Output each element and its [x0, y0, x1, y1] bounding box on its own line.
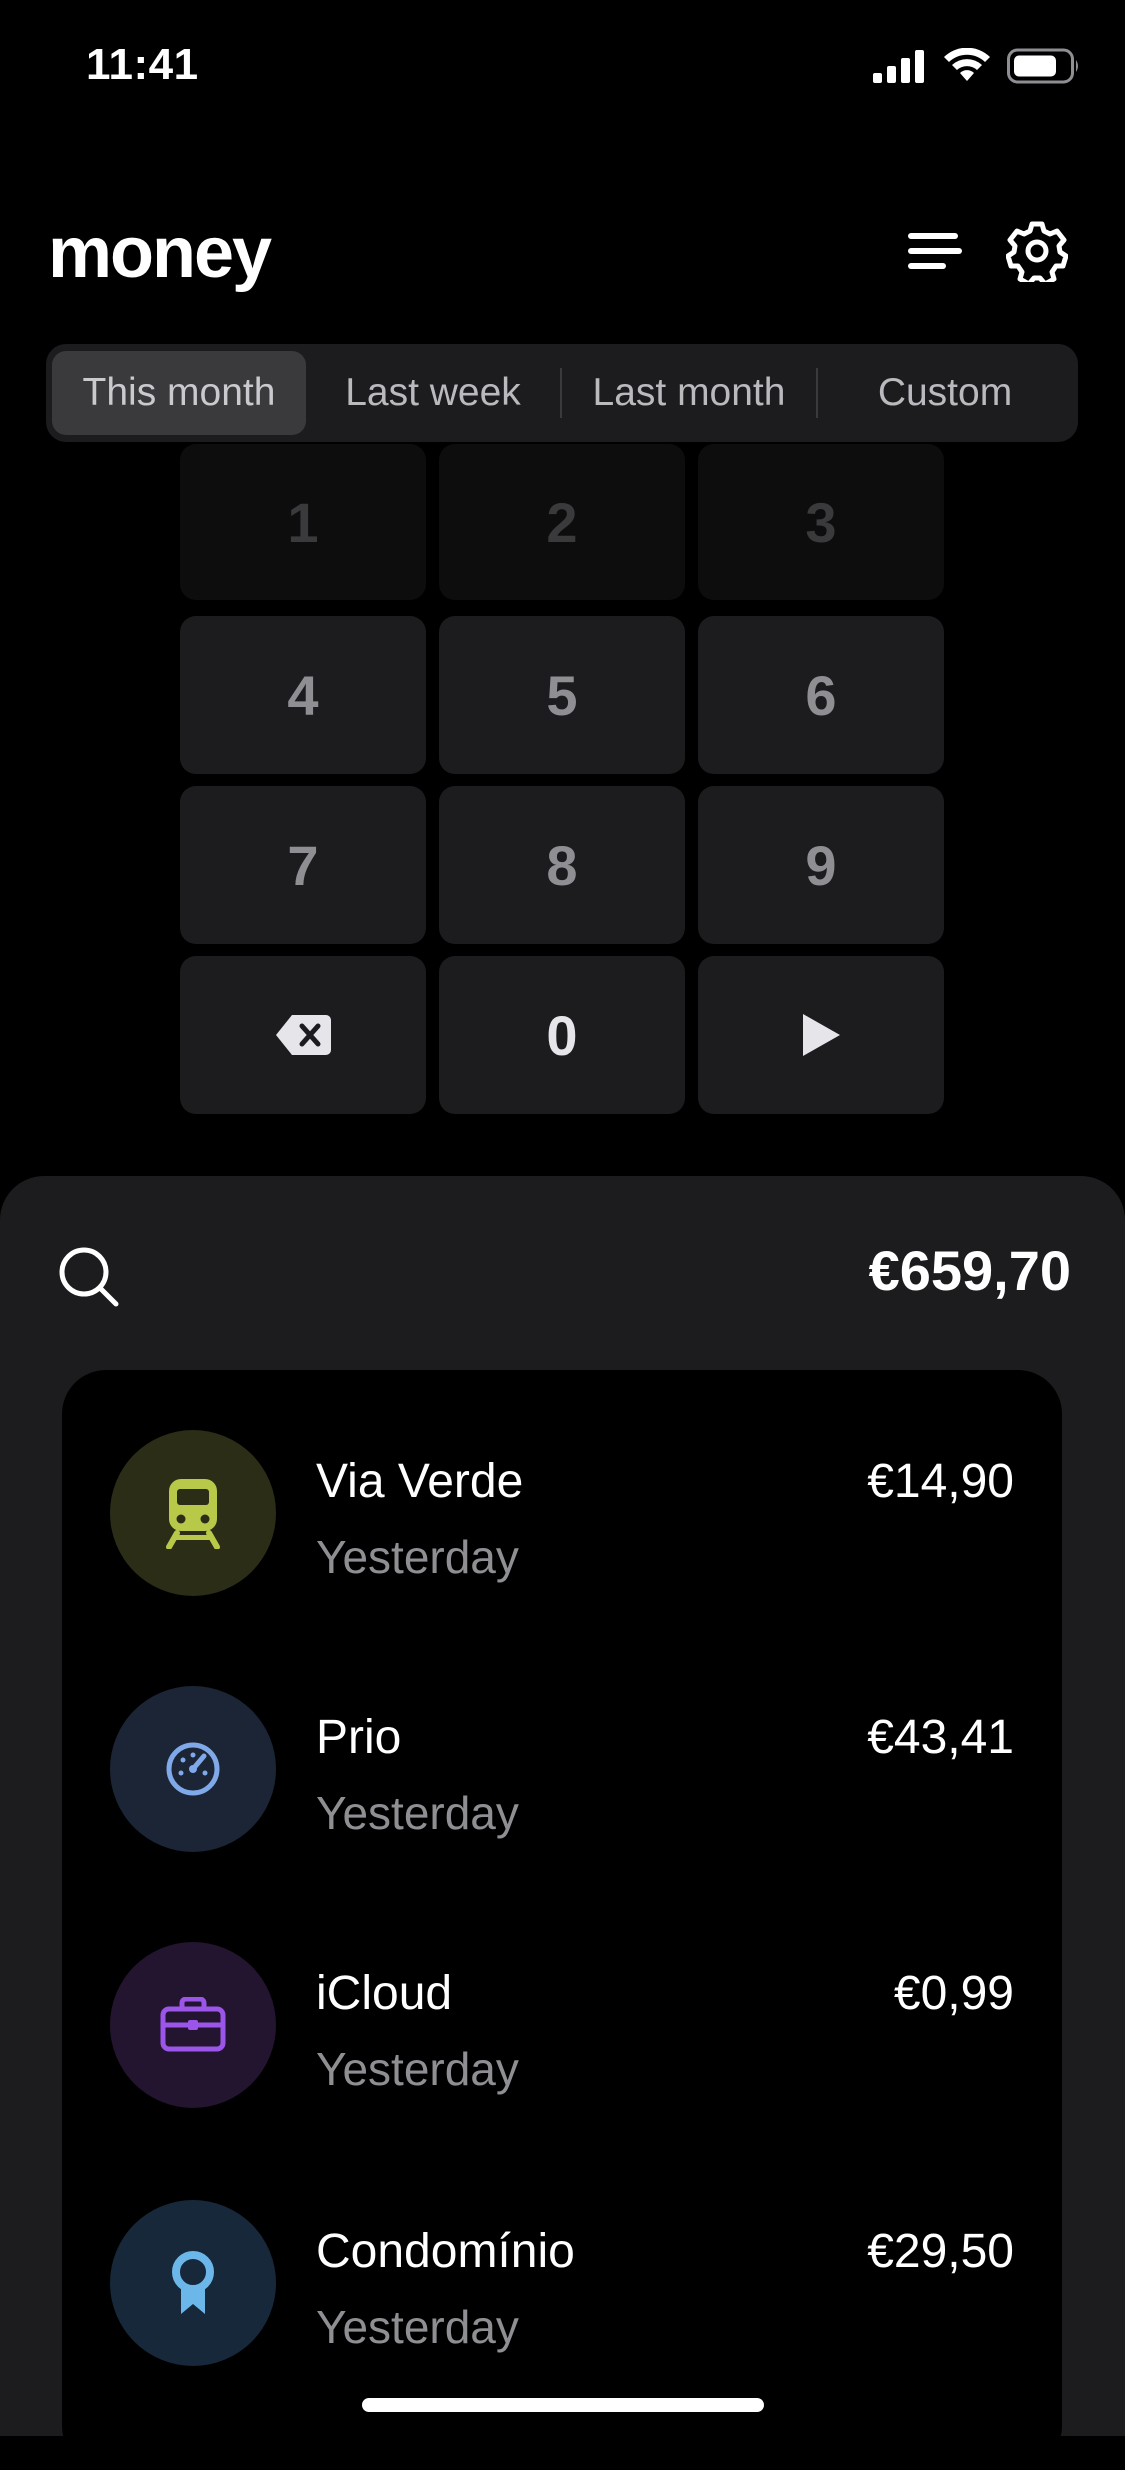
tab-this-month[interactable]: This month [52, 351, 306, 435]
transaction-amount: €14,90 [867, 1455, 1014, 1508]
transaction-row[interactable]: Condomínio Yesterday €29,50 [62, 2200, 1062, 2400]
settings-button[interactable] [1002, 216, 1072, 286]
speedometer-icon [166, 1742, 220, 1796]
tab-custom[interactable]: Custom [818, 351, 1072, 435]
ribbon-icon [172, 2251, 214, 2314]
transaction-name: Via Verde [316, 1455, 524, 1508]
transaction-date: Yesterday [316, 1787, 519, 1839]
backspace-icon [276, 1015, 331, 1055]
hamburger-menu-icon [908, 233, 962, 269]
transaction-amount: €0,99 [893, 1967, 1014, 2020]
transaction-row[interactable]: Prio Yesterday €43,41 [62, 1686, 1062, 1886]
transaction-name: Condomínio [316, 2225, 575, 2278]
search-button[interactable] [56, 1244, 122, 1310]
transaction-name: iCloud [316, 1967, 453, 2020]
key-9[interactable]: 9 [698, 786, 944, 944]
status-bar: 11:41 [0, 0, 1125, 140]
battery-icon [1007, 48, 1078, 84]
transaction-row[interactable]: Via Verde Yesterday €14,90 [62, 1430, 1062, 1630]
delete-key[interactable] [180, 956, 426, 1114]
category-icon-badge [110, 1430, 276, 1596]
tab-last-week[interactable]: Last week [306, 351, 560, 435]
app-title: money [48, 213, 272, 293]
category-icon-badge [110, 1686, 276, 1852]
status-time: 11:41 [86, 40, 199, 89]
total-amount: €659,70 [868, 1239, 1071, 1302]
transaction-date: Yesterday [316, 2043, 519, 2095]
train-icon [166, 1479, 220, 1549]
home-indicator[interactable] [362, 2398, 764, 2412]
search-icon [59, 1247, 119, 1307]
transaction-amount: €43,41 [867, 1711, 1014, 1764]
key-8[interactable]: 8 [439, 786, 685, 944]
transaction-date: Yesterday [316, 1531, 519, 1583]
submit-key[interactable] [698, 956, 944, 1114]
briefcase-icon [160, 1997, 226, 2052]
key-4[interactable]: 4 [180, 616, 426, 774]
play-icon [803, 1014, 840, 1056]
transaction-amount: €29,50 [867, 2225, 1014, 2278]
key-7[interactable]: 7 [180, 786, 426, 944]
transaction-date: Yesterday [316, 2301, 519, 2353]
transaction-list: Via Verde Yesterday €14,90 Prio Yesterda… [62, 1370, 1062, 2470]
transaction-row[interactable]: iCloud Yesterday €0,99 [62, 1942, 1062, 2142]
tab-last-month[interactable]: Last month [562, 351, 816, 435]
period-segmented-control: This month Last week Last month Custom [46, 344, 1078, 442]
category-icon-badge [110, 1942, 276, 2108]
key-1[interactable]: 1 [180, 444, 426, 600]
key-2[interactable]: 2 [439, 444, 685, 600]
gear-icon [1006, 221, 1068, 282]
menu-button[interactable] [900, 216, 970, 286]
wifi-icon [944, 48, 990, 81]
key-0[interactable]: 0 [439, 956, 685, 1114]
status-icons [873, 48, 1081, 84]
transaction-name: Prio [316, 1711, 402, 1764]
cellular-signal-icon [873, 50, 924, 83]
key-6[interactable]: 6 [698, 616, 944, 774]
key-5[interactable]: 5 [439, 616, 685, 774]
key-3[interactable]: 3 [698, 444, 944, 600]
category-icon-badge [110, 2200, 276, 2366]
